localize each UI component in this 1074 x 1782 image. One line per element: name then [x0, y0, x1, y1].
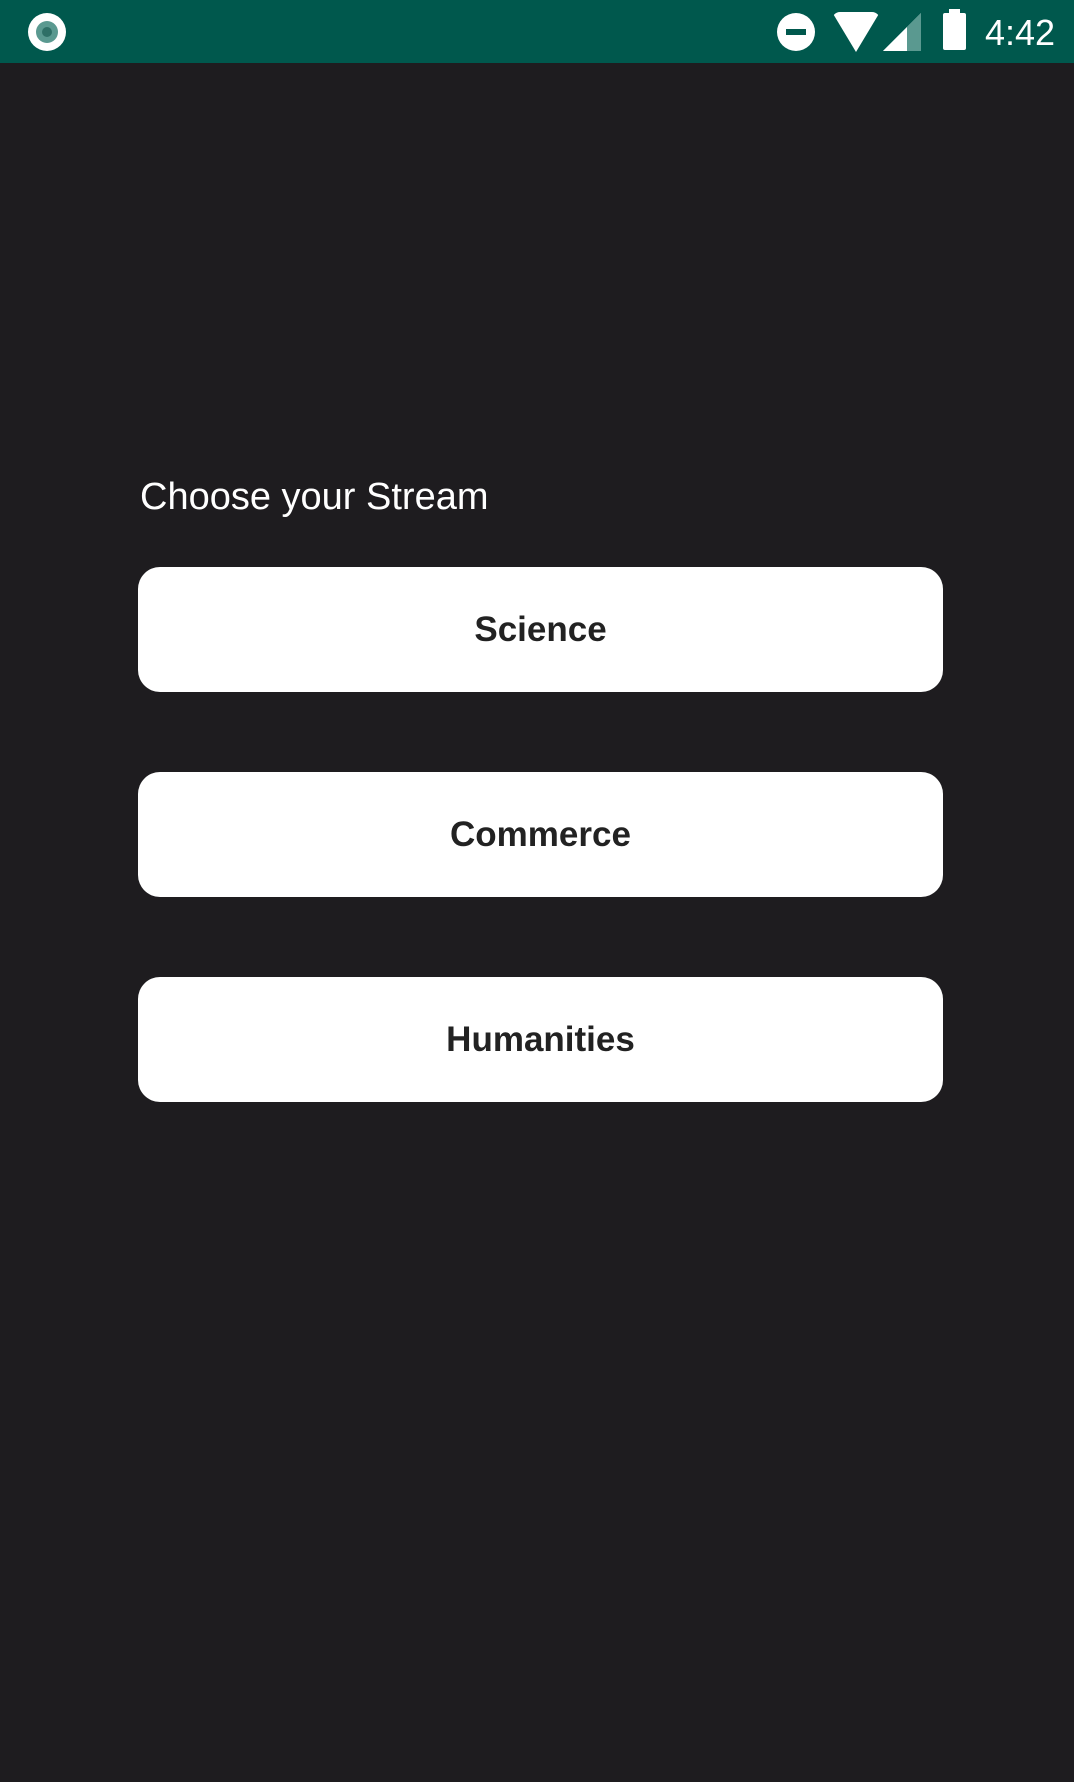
clock: 4:42 [985, 12, 1056, 53]
app-notification-icon [28, 13, 66, 51]
humanities-button[interactable]: Humanities [138, 977, 943, 1102]
cell-signal-icon [883, 13, 921, 51]
commerce-button[interactable]: Commerce [138, 772, 943, 897]
battery-icon [943, 9, 966, 50]
page-title: Choose your Stream [140, 476, 489, 518]
science-button[interactable]: Science [138, 567, 943, 692]
do-not-disturb-icon [777, 13, 815, 51]
wifi-icon [832, 12, 880, 52]
status-bar: 4:42 [0, 0, 1074, 63]
